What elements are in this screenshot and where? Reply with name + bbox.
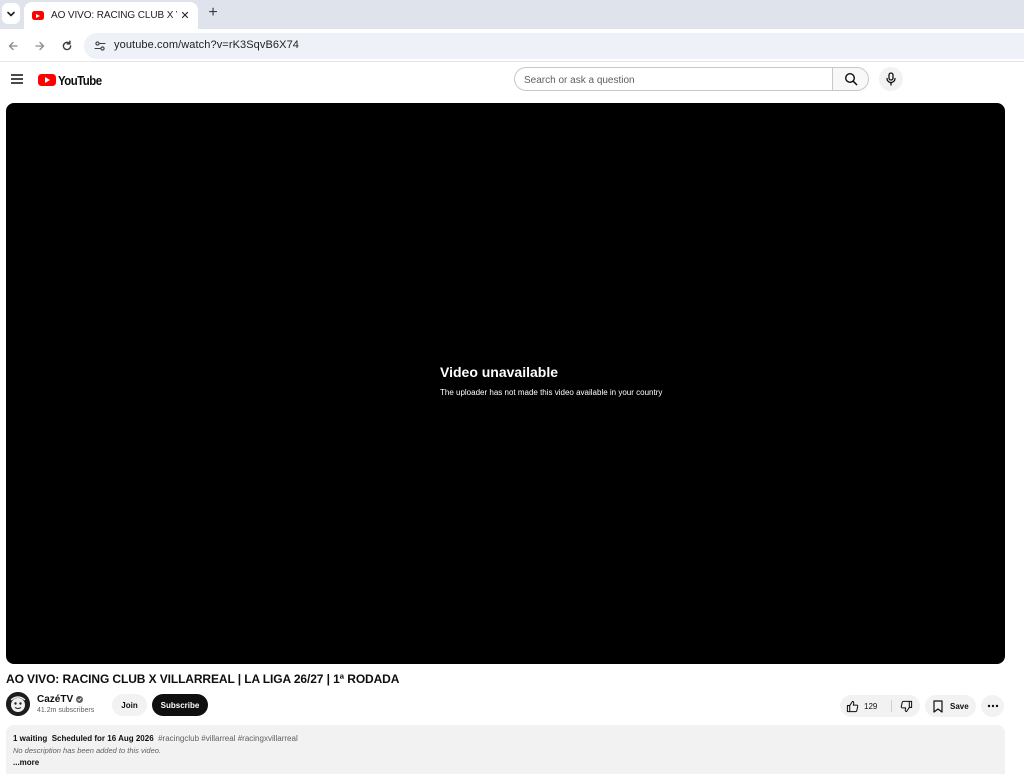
reload-icon (62, 40, 72, 51)
tab-title: AO VIVO: RACING CLUB X VILLA (51, 10, 177, 21)
tab-close-icon[interactable]: ✕ (178, 8, 192, 22)
thumbs-down-icon (900, 700, 912, 712)
search-icon (844, 72, 857, 86)
description-text: No description has been added to this vi… (13, 746, 162, 755)
bookmark-icon (933, 699, 943, 713)
browser-tab-active[interactable]: AO VIVO: RACING CLUB X VILLA ✕ (24, 2, 198, 29)
verified-check-icon (76, 696, 84, 703)
site-info-button[interactable] (92, 38, 108, 54)
join-button[interactable]: Join (112, 694, 147, 716)
video-title: AO VIVO: RACING CLUB X VILLARREAL | LA L… (6, 672, 400, 686)
hashtags[interactable]: #racingclub #villarreal #racingxvillarre… (158, 734, 298, 743)
youtube-logo[interactable]: YouTube (38, 72, 107, 88)
channel-name-row: CazéTV (37, 694, 84, 705)
video-player[interactable]: Video unavailable The uploader has not m… (6, 103, 1005, 664)
browser-tab-strip: AO VIVO: RACING CLUB X VILLA ✕ + (0, 0, 1024, 29)
browser-toolbar: youtube.com/watch?v=rK3SqvB6X74 (0, 29, 1024, 62)
like-count: 129 (864, 701, 878, 711)
description-box[interactable]: 1 waiting Scheduled for 16 Aug 2026 #rac… (6, 725, 1005, 774)
arrow-right-icon (35, 41, 45, 51)
search-input[interactable] (524, 73, 814, 87)
hamburger-icon (11, 74, 23, 84)
like-button[interactable]: 129 (840, 695, 891, 717)
search-box[interactable] (514, 67, 833, 91)
search-button[interactable] (832, 67, 869, 91)
thumbs-up-icon (846, 700, 859, 712)
waiting-count: 1 waiting (13, 734, 48, 743)
more-actions-button[interactable] (981, 695, 1004, 717)
microphone-icon (886, 72, 896, 86)
tab-list-button[interactable] (2, 3, 20, 24)
subscriber-count: 41.2m subscribers (37, 707, 95, 714)
arrow-left-icon (8, 41, 18, 51)
address-bar[interactable]: youtube.com/watch?v=rK3SqvB6X74 (84, 33, 1024, 59)
youtube-masthead: YouTube (0, 63, 1024, 99)
reload-button[interactable] (58, 37, 76, 55)
channel-avatar[interactable] (6, 692, 30, 716)
save-button[interactable]: Save (925, 695, 976, 717)
tune-icon (94, 41, 106, 51)
more-horizontal-icon (987, 704, 998, 708)
guide-menu-button[interactable] (9, 71, 25, 87)
subscribe-button[interactable]: Subscribe (152, 694, 208, 716)
player-error-message: The uploader has not made this video ava… (440, 388, 663, 397)
scheduled-date: Scheduled for 16 Aug 2026 (51, 734, 154, 743)
chevron-down-icon (7, 11, 15, 16)
back-button[interactable] (4, 37, 22, 55)
youtube-logo-text: YouTube (58, 72, 102, 88)
description-meta: 1 waiting Scheduled for 16 Aug 2026 #rac… (13, 734, 298, 743)
url-text[interactable]: youtube.com/watch?v=rK3SqvB6X74 (114, 39, 299, 51)
like-dislike-group: 129 (840, 695, 920, 717)
show-more-button[interactable]: ...more (13, 758, 39, 767)
save-label: Save (950, 701, 969, 711)
new-tab-button[interactable]: + (204, 4, 222, 22)
youtube-favicon-icon (32, 11, 44, 20)
youtube-play-logo-icon (38, 74, 56, 86)
forward-button[interactable] (31, 37, 49, 55)
dislike-button[interactable] (892, 695, 920, 717)
channel-avatar-image (6, 692, 30, 716)
voice-search-button[interactable] (879, 67, 903, 91)
player-error-title: Video unavailable (440, 364, 559, 380)
channel-name[interactable]: CazéTV (37, 694, 73, 705)
